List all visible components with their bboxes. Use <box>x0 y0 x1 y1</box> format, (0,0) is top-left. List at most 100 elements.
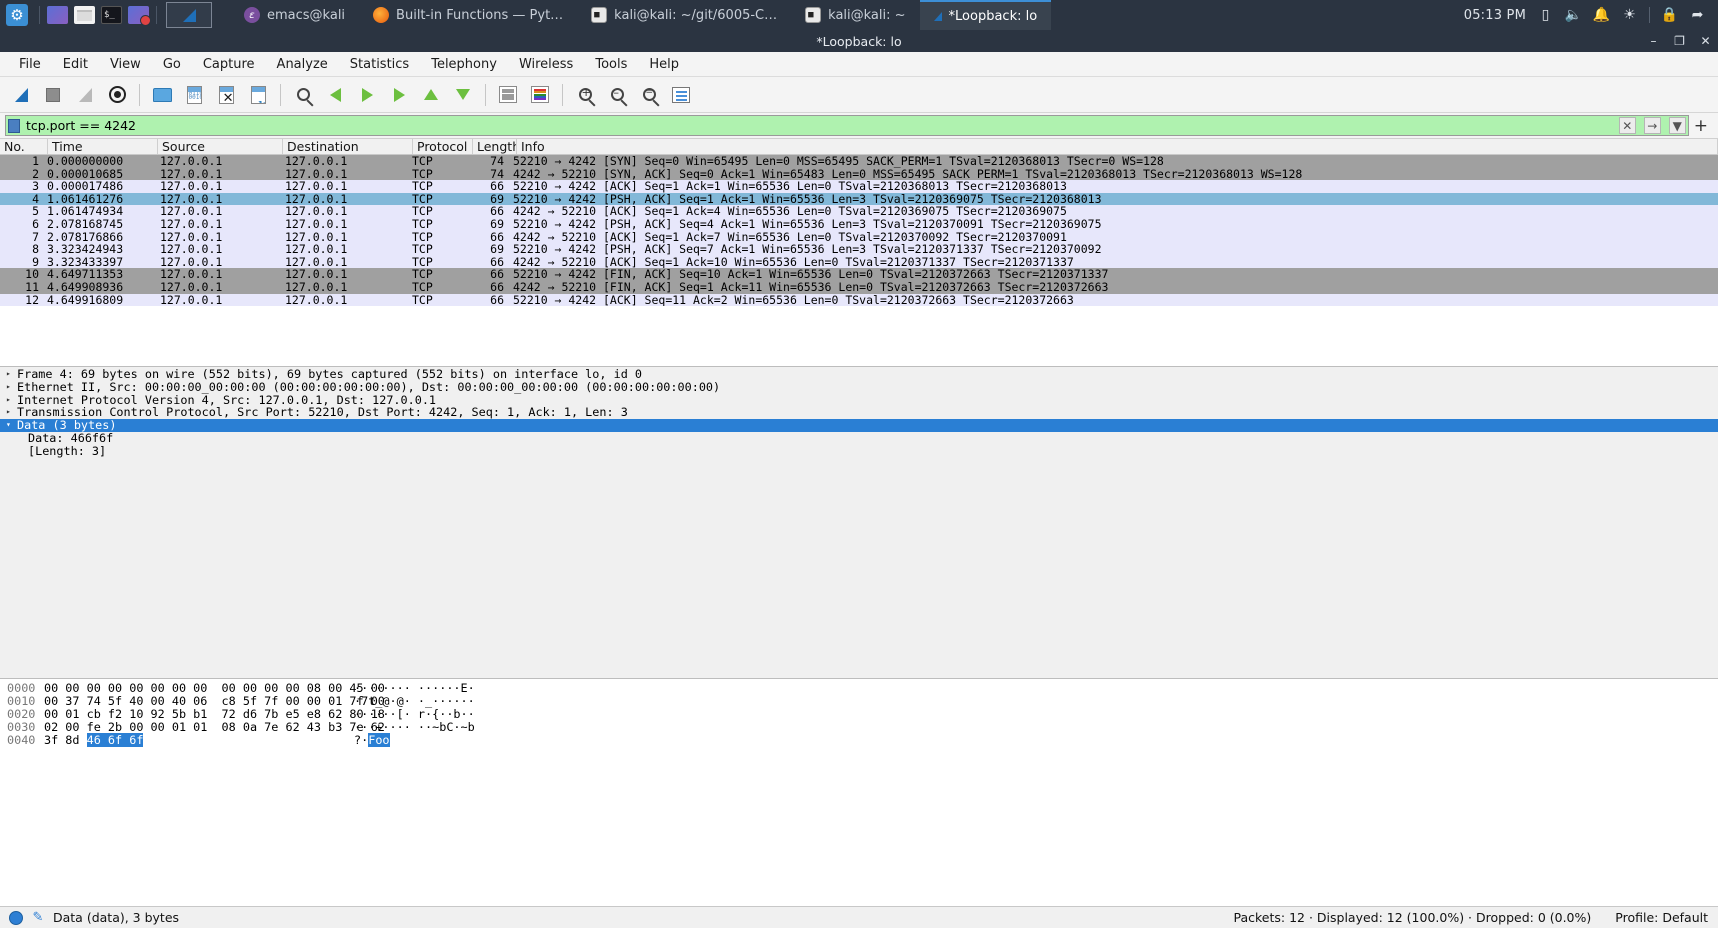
table-row[interactable]: 30.000017486127.0.0.1127.0.0.1TCP6652210… <box>0 180 1718 193</box>
column-header-protocol[interactable]: Protocol <box>413 139 473 154</box>
power-icon[interactable]: ☀ <box>1621 7 1638 24</box>
table-row[interactable]: 72.078176866127.0.0.1127.0.0.1TCP664242 … <box>0 231 1718 244</box>
detail-tree-item[interactable]: [Length: 3] <box>0 445 1718 458</box>
packet-details-pane[interactable]: ▸Frame 4: 69 bytes on wire (552 bits), 6… <box>0 367 1718 678</box>
chevron-right-icon[interactable]: ▸ <box>6 406 17 419</box>
close-file-button[interactable]: ✕ <box>211 80 241 110</box>
taskbar-window-terminal-1[interactable]: ■ kali@kali: ~/git/6005-C… <box>577 0 791 30</box>
detail-tree-item[interactable]: ▸Frame 4: 69 bytes on wire (552 bits), 6… <box>0 368 1718 381</box>
apply-filter-button[interactable]: → <box>1644 117 1661 134</box>
go-to-last-packet-button[interactable] <box>448 80 478 110</box>
go-forward-button[interactable] <box>352 80 382 110</box>
table-row[interactable]: 83.323424943127.0.0.1127.0.0.1TCP6952210… <box>0 243 1718 256</box>
zoom-out-button[interactable] <box>602 80 632 110</box>
maximize-button[interactable]: ❐ <box>1673 34 1686 48</box>
table-row[interactable]: 51.061474934127.0.0.1127.0.0.1TCP664242 … <box>0 205 1718 218</box>
save-file-button[interactable]: 01100010 <box>179 80 209 110</box>
chevron-right-icon[interactable]: ▸ <box>6 381 17 394</box>
menu-go[interactable]: Go <box>152 54 192 75</box>
zoom-reset-button[interactable] <box>634 80 664 110</box>
menu-file[interactable]: File <box>8 54 52 75</box>
menu-analyze[interactable]: Analyze <box>266 54 339 75</box>
table-row[interactable]: 93.323433397127.0.0.1127.0.0.1TCP664242 … <box>0 256 1718 269</box>
hex-dump-row[interactable]: 003002 00 fe 2b 00 00 01 01 08 0a 7e 62 … <box>0 721 1718 734</box>
display-filter-input[interactable]: tcp.port == 4242 ✕ → ▼ <box>5 115 1689 136</box>
find-packet-button[interactable] <box>288 80 318 110</box>
clear-filter-button[interactable]: ✕ <box>1619 117 1636 134</box>
go-to-first-packet-button[interactable] <box>416 80 446 110</box>
filter-dropdown-button[interactable]: ▼ <box>1669 117 1686 134</box>
packet-bytes-pane[interactable]: 000000 00 00 00 00 00 00 00 00 00 00 00 … <box>0 678 1718 906</box>
detail-tree-item[interactable]: ▾Data (3 bytes) <box>0 419 1718 432</box>
shark-fin-restart-icon <box>79 88 92 102</box>
table-row[interactable]: 124.649916809127.0.0.1127.0.0.1TCP665221… <box>0 294 1718 307</box>
start-capture-button[interactable] <box>6 80 36 110</box>
chevron-right-icon[interactable]: ▸ <box>6 368 17 381</box>
menu-statistics[interactable]: Statistics <box>339 54 420 75</box>
clock[interactable]: 05:13 PM <box>1464 8 1526 23</box>
table-row[interactable]: 114.649908936127.0.0.1127.0.0.1TCP664242… <box>0 281 1718 294</box>
taskbar-window-label: Built-in Functions — Pyt… <box>396 8 563 23</box>
detail-tree-item[interactable]: Data: 466f6f <box>0 432 1718 445</box>
detail-tree-item[interactable]: ▸Transmission Control Protocol, Src Port… <box>0 406 1718 419</box>
capture-options-button[interactable] <box>102 80 132 110</box>
expert-info-icon[interactable] <box>9 911 23 925</box>
menu-wireless[interactable]: Wireless <box>508 54 584 75</box>
web-browser-launcher-icon[interactable] <box>47 6 68 24</box>
logout-icon[interactable]: ➦ <box>1689 7 1706 24</box>
menu-telephony[interactable]: Telephony <box>420 54 508 75</box>
table-row[interactable]: 10.000000000127.0.0.1127.0.0.1TCP7452210… <box>0 155 1718 168</box>
wireshark-launcher-icon[interactable] <box>166 2 212 28</box>
auto-scroll-button[interactable] <box>493 80 523 110</box>
zoom-in-button[interactable] <box>570 80 600 110</box>
display-icon[interactable]: ▯ <box>1537 7 1554 24</box>
terminal-launcher-icon[interactable]: $_ <box>101 6 122 24</box>
kali-menu-button[interactable]: ⚙ <box>0 0 34 30</box>
hex-dump-row[interactable]: 00403f 8d 46 6f 6f?·Foo <box>0 734 1718 747</box>
volume-icon[interactable]: 🔈 <box>1565 7 1582 24</box>
status-profile[interactable]: Profile: Default <box>1615 910 1718 925</box>
column-header-length[interactable]: Length <box>473 139 517 154</box>
capture-comment-icon[interactable]: ✎ <box>31 911 45 925</box>
table-row[interactable]: 41.061461276127.0.0.1127.0.0.1TCP6952210… <box>0 193 1718 206</box>
notifications-bell-icon[interactable]: 🔔 <box>1593 7 1610 24</box>
column-header-destination[interactable]: Destination <box>283 139 413 154</box>
menu-capture[interactable]: Capture <box>192 54 266 75</box>
chevron-down-icon[interactable]: ▾ <box>6 419 17 432</box>
file-manager-launcher-icon[interactable] <box>74 6 95 24</box>
column-header-no[interactable]: No. <box>0 139 48 154</box>
detail-tree-item[interactable]: ▸Ethernet II, Src: 00:00:00_00:00:00 (00… <box>0 381 1718 394</box>
menu-help[interactable]: Help <box>638 54 690 75</box>
go-to-packet-button[interactable] <box>384 80 414 110</box>
taskbar-window-wireshark[interactable]: *Loopback: lo <box>920 0 1052 30</box>
packet-list-pane[interactable]: No. Time Source Destination Protocol Len… <box>0 139 1718 367</box>
close-button[interactable]: ✕ <box>1699 34 1712 48</box>
taskbar-window-terminal-2[interactable]: ■ kali@kali: ~ <box>791 0 919 30</box>
menu-view[interactable]: View <box>99 54 152 75</box>
colorize-packets-button[interactable] <box>525 80 555 110</box>
reload-file-button[interactable]: ↻ <box>243 80 273 110</box>
menu-edit[interactable]: Edit <box>52 54 99 75</box>
table-row[interactable]: 62.078168745127.0.0.1127.0.0.1TCP6952210… <box>0 218 1718 231</box>
minimize-button[interactable]: – <box>1647 34 1660 48</box>
restart-capture-button[interactable] <box>70 80 100 110</box>
taskbar-window-emacs[interactable]: ε emacs@kali <box>230 0 359 30</box>
go-back-button[interactable] <box>320 80 350 110</box>
stop-capture-button[interactable] <box>38 80 68 110</box>
taskbar-window-firefox[interactable]: Built-in Functions — Pyt… <box>359 0 577 30</box>
open-file-button[interactable] <box>147 80 177 110</box>
screen-recorder-launcher-icon[interactable] <box>128 6 149 24</box>
bookmark-icon[interactable] <box>8 119 20 133</box>
lock-icon[interactable]: 🔒 <box>1661 7 1678 24</box>
table-row[interactable]: 20.000010685127.0.0.1127.0.0.1TCP744242 … <box>0 168 1718 181</box>
kali-dragon-icon: ⚙ <box>6 4 28 26</box>
column-header-time[interactable]: Time <box>48 139 158 154</box>
chevron-right-icon[interactable]: ▸ <box>6 394 17 407</box>
menu-tools[interactable]: Tools <box>584 54 638 75</box>
table-row[interactable]: 104.649711353127.0.0.1127.0.0.1TCP665221… <box>0 268 1718 281</box>
cell-no: 11 <box>0 281 44 294</box>
resize-columns-button[interactable] <box>666 80 696 110</box>
column-header-source[interactable]: Source <box>158 139 283 154</box>
column-header-info[interactable]: Info <box>517 139 1718 154</box>
add-filter-button[interactable]: + <box>1689 116 1713 136</box>
